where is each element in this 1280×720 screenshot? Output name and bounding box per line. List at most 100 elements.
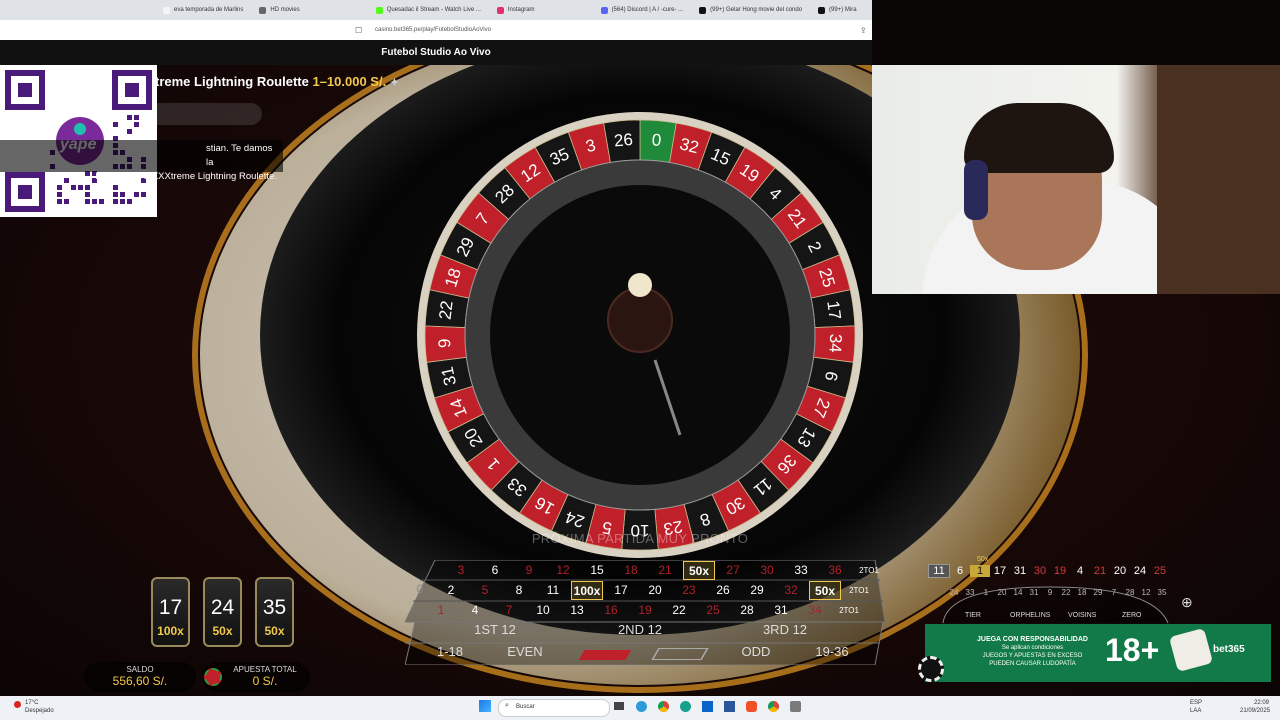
browser-tab[interactable]: HD movies (251, 0, 307, 20)
racetrack-number[interactable]: 9 (1042, 588, 1058, 597)
zero-cell[interactable]: 0 (413, 580, 427, 599)
betting-grid[interactable]: 3 6 9 12 15 18 21 50x 27 30 33 36 2TO1 2 5 8 11 100x 17 20 2… (405, 560, 885, 665)
number-cell[interactable]: 16 (595, 601, 627, 620)
bet-black[interactable] (650, 648, 710, 663)
number-cell[interactable]: 20 (639, 581, 671, 600)
column-bet[interactable]: 2TO1 (833, 601, 865, 620)
number-cell[interactable]: 27 (717, 561, 749, 580)
add-icon[interactable]: ⊕ (1181, 594, 1193, 611)
number-cell[interactable]: 7 (493, 601, 525, 620)
dozen-3[interactable]: 3RD 12 (735, 622, 835, 637)
browser-tab[interactable]: Quesadac il Stream - Watch Live ... (368, 0, 489, 20)
number-cell[interactable]: 25 (697, 601, 729, 620)
dozen-1[interactable]: 1ST 12 (445, 622, 545, 637)
racetrack-number[interactable]: 20 (994, 588, 1010, 597)
outlook-icon[interactable] (702, 701, 713, 712)
racetrack-tier[interactable]: TIER (965, 612, 981, 619)
racetrack[interactable]: 24 33 1 20 14 31 9 22 18 29 7 28 12 35 TIER ORPHELINS… (928, 585, 1173, 625)
language-layout[interactable]: LAA (1190, 708, 1201, 714)
clock-time[interactable]: 22:09 (1254, 700, 1269, 706)
chrome-icon[interactable] (658, 701, 669, 712)
racetrack-orphelins[interactable]: ORPHELINS (1010, 612, 1050, 619)
column-bet[interactable]: 2TO1 (843, 581, 875, 600)
number-cell[interactable]: 29 (741, 581, 773, 600)
language[interactable]: ESP (1190, 700, 1202, 706)
number-cell[interactable]: 50x (683, 561, 715, 580)
number-cell[interactable]: 8 (503, 581, 535, 600)
number-cell[interactable]: 11 (537, 581, 569, 600)
number-cell[interactable]: 10 (527, 601, 559, 620)
number-cell[interactable]: 15 (581, 561, 613, 580)
chrome-profile-icon[interactable] (768, 701, 779, 712)
bet-odd[interactable]: ODD (721, 644, 791, 659)
number-cell[interactable]: 1 (425, 601, 457, 620)
windows-start-icon[interactable] (479, 700, 491, 712)
share-icon[interactable]: ⇪ (860, 26, 867, 35)
number-cell[interactable]: 22 (663, 601, 695, 620)
racetrack-number[interactable]: 1 (978, 588, 994, 597)
racetrack-zero[interactable]: ZERO (1122, 612, 1141, 619)
racetrack-number[interactable]: 7 (1106, 588, 1122, 597)
bet-even[interactable]: EVEN (490, 644, 560, 659)
bet-1-18[interactable]: 1-18 (415, 644, 485, 659)
browser-tab[interactable]: (99+) Mira (810, 0, 865, 20)
number-cell[interactable]: 12 (547, 561, 579, 580)
bookmark-icon[interactable]: ☐ (355, 26, 362, 35)
task-view-icon[interactable] (614, 702, 624, 710)
chat-input[interactable] (157, 103, 262, 125)
number-cell[interactable]: 34 (799, 601, 831, 620)
brave-icon[interactable] (746, 701, 757, 712)
edge-browser-icon[interactable] (680, 701, 691, 712)
number-cell[interactable]: 33 (785, 561, 817, 580)
number-cell[interactable]: 100x (571, 581, 603, 600)
bet-19-36[interactable]: 19-36 (797, 644, 867, 659)
racetrack-number[interactable]: 12 (1138, 588, 1154, 597)
number-cell[interactable]: 26 (707, 581, 739, 600)
url-text[interactable]: casino.bet365.pe/play/FutebolStudioAoViv… (375, 27, 491, 33)
number-cell[interactable]: 18 (615, 561, 647, 580)
number-cell[interactable]: 19 (629, 601, 661, 620)
edge-icon[interactable] (636, 701, 647, 712)
dozen-2[interactable]: 2ND 12 (590, 622, 690, 637)
racetrack-number[interactable]: 14 (1010, 588, 1026, 597)
number-cell[interactable]: 50x (809, 581, 841, 600)
racetrack-voisins[interactable]: VOISINS (1068, 612, 1096, 619)
browser-tab[interactable]: (564) Discord | A / -cure- ... (593, 0, 692, 20)
racetrack-number[interactable]: 33 (962, 588, 978, 597)
racetrack-number[interactable]: 18 (1074, 588, 1090, 597)
address-bar[interactable]: ☐ casino.bet365.pe/play/FutebolStudioAoV… (0, 20, 872, 40)
responsible-gambling-banner: JUEGA CON RESPONSABILIDAD Se aplican con… (925, 624, 1271, 682)
number-cell[interactable]: 32 (775, 581, 807, 600)
lucky-number-value: 35 (262, 596, 287, 619)
racetrack-number[interactable]: 35 (1154, 588, 1170, 597)
number-cell[interactable]: 23 (673, 581, 705, 600)
number-cell[interactable]: 28 (731, 601, 763, 620)
number-cell[interactable]: 21 (649, 561, 681, 580)
number-cell[interactable]: 17 (605, 581, 637, 600)
browser-tab[interactable]: Instagram (489, 0, 543, 20)
racetrack-number[interactable]: 29 (1090, 588, 1106, 597)
number-cell[interactable]: 2 (435, 581, 467, 600)
column-bet[interactable]: 2TO1 (853, 561, 885, 580)
bet-red[interactable] (575, 648, 635, 663)
clock-date[interactable]: 21/09/2025 (1240, 708, 1270, 714)
taskbar-search[interactable]: ⌕ Buscar (498, 699, 610, 717)
number-cell[interactable]: 36 (819, 561, 851, 580)
racetrack-number[interactable]: 28 (1122, 588, 1138, 597)
racetrack-number[interactable]: 31 (1026, 588, 1042, 597)
racetrack-number[interactable]: 24 (946, 588, 962, 597)
number-cell[interactable]: 3 (445, 561, 477, 580)
racetrack-number[interactable]: 22 (1058, 588, 1074, 597)
number-cell[interactable]: 6 (479, 561, 511, 580)
number-cell[interactable]: 31 (765, 601, 797, 620)
browser-tab[interactable]: (99+) Gelar Hong movie del condo (691, 0, 810, 20)
favorite-star-icon[interactable]: ✦ (390, 77, 399, 89)
number-cell[interactable]: 5 (469, 581, 501, 600)
word-icon[interactable] (724, 701, 735, 712)
browser-tab[interactable]: eva temporada de Marlins (155, 0, 251, 20)
number-cell[interactable]: 13 (561, 601, 593, 620)
number-cell[interactable]: 30 (751, 561, 783, 580)
app-icon[interactable] (790, 701, 801, 712)
number-cell[interactable]: 4 (459, 601, 491, 620)
number-cell[interactable]: 9 (513, 561, 545, 580)
